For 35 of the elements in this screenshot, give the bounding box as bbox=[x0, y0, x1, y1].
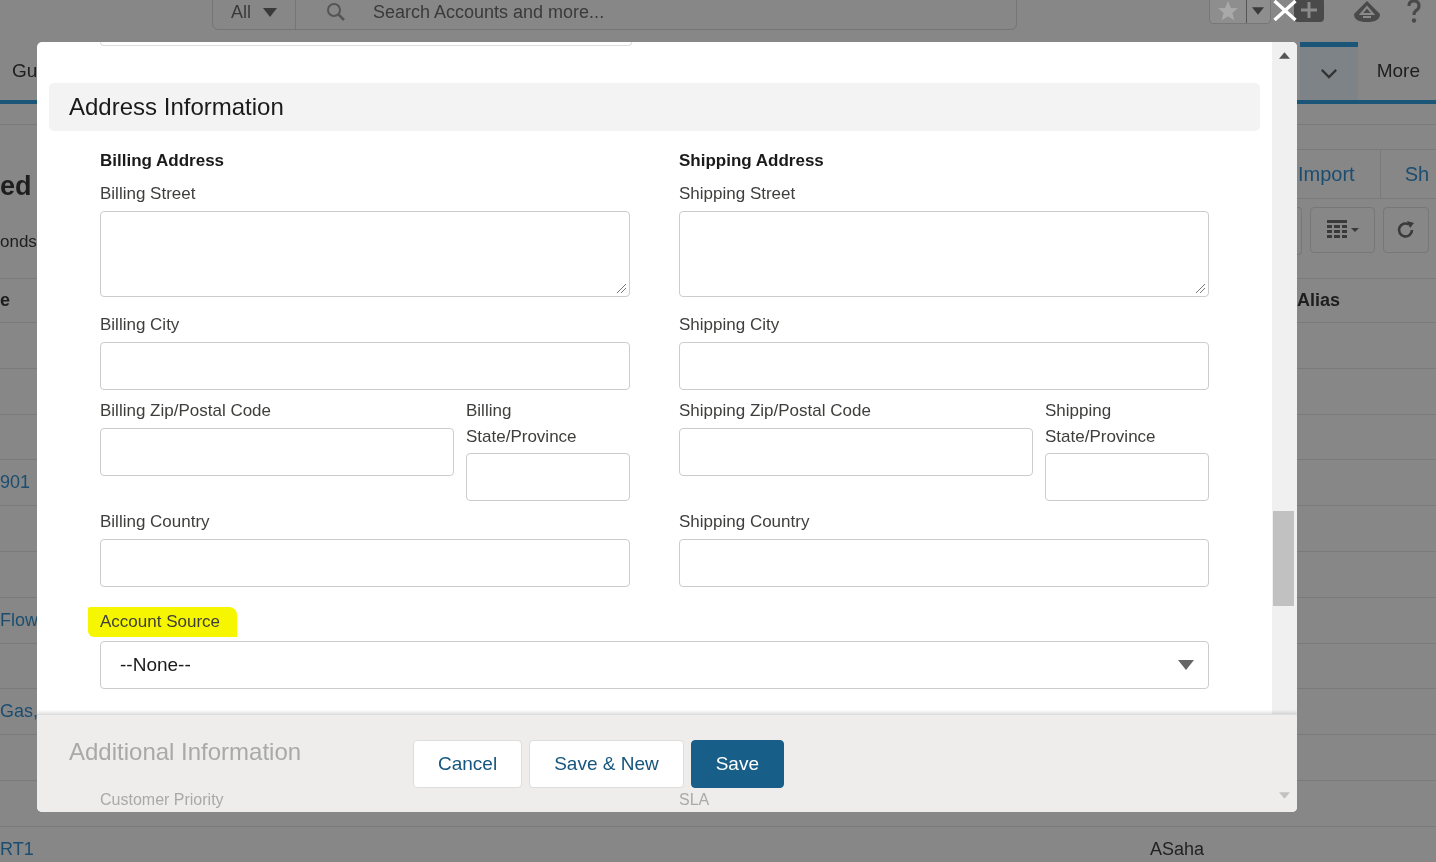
field-label: Billing State/Province bbox=[466, 400, 578, 448]
field-label: Shipping Zip/Postal Code bbox=[679, 400, 872, 422]
record-link[interactable]: Gas, bbox=[0, 701, 38, 723]
field-label: Billing City bbox=[100, 314, 181, 336]
footer-button[interactable]: Save & New bbox=[529, 739, 684, 788]
field-label: Customer Priority bbox=[100, 791, 225, 808]
nav-tab[interactable]: More bbox=[1357, 42, 1436, 100]
select-dropdown[interactable]: --None-- bbox=[100, 641, 1209, 689]
search-scope-dropdown[interactable]: All bbox=[213, 0, 296, 29]
column-header: Alias bbox=[1297, 290, 1342, 311]
field-label: Billing Street bbox=[100, 183, 197, 205]
column-heading: Shipping Address bbox=[679, 151, 825, 172]
field-label: SLA bbox=[679, 791, 711, 808]
field-label: Billing Country bbox=[100, 511, 211, 533]
table-cell-text: ASaha bbox=[1150, 838, 1206, 860]
field-label: Shipping Country bbox=[679, 511, 811, 533]
action-button[interactable]: Sh bbox=[1380, 150, 1430, 198]
page-title: ed bbox=[0, 171, 33, 202]
field-label: Shipping State/Province bbox=[1045, 400, 1157, 448]
page-subtitle: onds bbox=[0, 232, 37, 252]
save-button[interactable]: Save bbox=[690, 739, 784, 788]
section-header[interactable]: Address Information bbox=[49, 83, 1260, 131]
global-search-field[interactable]: All Search Accounts and more... bbox=[212, 0, 1017, 30]
record-link[interactable]: 901 bbox=[0, 472, 31, 494]
record-link[interactable]: Flow bbox=[0, 609, 38, 631]
field-label: Billing Zip/Postal Code bbox=[100, 400, 273, 422]
section-title: Additional Information bbox=[69, 737, 302, 767]
column-heading: Billing Address bbox=[100, 151, 226, 172]
field-label: Shipping City bbox=[679, 314, 781, 336]
nav-tab[interactable]: Gu bbox=[0, 42, 38, 100]
record-link[interactable]: RT1 bbox=[0, 838, 34, 860]
column-header: e bbox=[0, 290, 10, 311]
field-label: Account Source bbox=[88, 607, 237, 637]
footer-button[interactable]: Cancel bbox=[413, 739, 523, 788]
field-label: Shipping Street bbox=[679, 183, 797, 205]
